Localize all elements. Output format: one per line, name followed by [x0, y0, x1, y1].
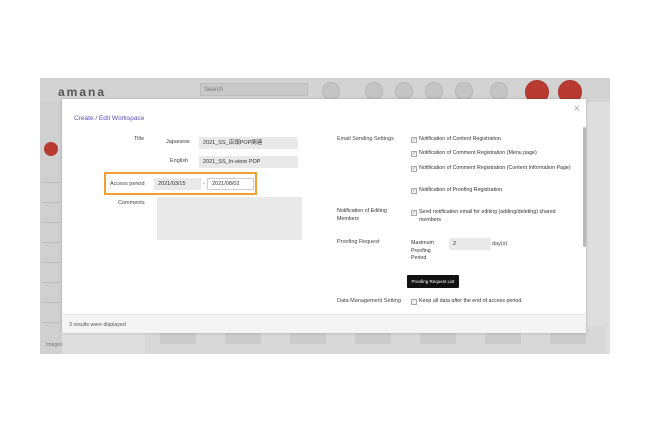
sidebar-divider	[42, 302, 60, 303]
content-registration-checkbox[interactable]: ✓	[411, 137, 417, 143]
english-title-input[interactable]: 2021_SS_In-store POP	[199, 156, 298, 168]
keep-data-checkbox[interactable]	[411, 299, 417, 305]
proofing-registration-option: Notification of Proofing Registration	[419, 187, 503, 193]
proofing-registration-checkbox[interactable]: ✓	[411, 188, 417, 194]
results-count: 3 results were displayed	[69, 322, 126, 328]
comments-label: Comments	[118, 200, 145, 206]
status-text: Images	[46, 342, 63, 348]
app-header-icon[interactable]	[455, 82, 473, 100]
proofing-request-label: Proofing Request	[337, 239, 380, 245]
japanese-title-input[interactable]: 2021_SS_店頭POP関連	[199, 137, 298, 149]
data-management-label: Data Management Setting	[337, 298, 401, 304]
title-label: Title	[134, 136, 145, 142]
app-search-input[interactable]: Search	[200, 83, 308, 96]
app-header-icon[interactable]	[425, 82, 443, 100]
comment-content-info-checkbox[interactable]: ✓	[411, 166, 417, 172]
workspace-modal: Create / Edit Workspace × Title Japanese…	[62, 99, 586, 333]
max-proofing-unit: day(s)	[492, 241, 508, 247]
app-header-icon[interactable]	[490, 82, 508, 100]
sidebar-divider	[42, 182, 60, 183]
app-header-icon[interactable]	[322, 82, 340, 100]
modal-footer: 3 results were displayed	[62, 314, 586, 333]
keep-data-option: Keep all data after the end of access pe…	[419, 298, 523, 304]
content-registration-option: Notification of Content Registration	[419, 136, 501, 142]
max-proofing-input[interactable]: 2	[449, 238, 491, 250]
editing-members-checkbox[interactable]: ✓	[411, 210, 417, 216]
left-sidebar	[40, 102, 62, 354]
modal-scrollbar[interactable]	[583, 127, 586, 247]
comment-content-info-option: Notification of Comment Registration (Co…	[419, 165, 571, 171]
sidebar-divider	[42, 222, 60, 223]
english-label: English	[170, 158, 189, 164]
japanese-label: Japanese	[166, 139, 190, 145]
sidebar-divider	[42, 202, 60, 203]
sidebar-divider	[42, 282, 60, 283]
access-end-input[interactable]: 2021/08/02	[207, 178, 254, 190]
editing-members-label: Notification of Editing Members	[337, 208, 387, 222]
sidebar-divider	[42, 262, 60, 263]
access-separator: -	[203, 181, 205, 187]
access-period-label: Access period	[110, 181, 145, 187]
app-logo: amana	[58, 85, 107, 99]
sidebar-divider	[42, 322, 60, 323]
max-proofing-label: Maximum Proofing Period	[411, 240, 434, 261]
app-header-icon[interactable]	[365, 82, 383, 100]
app-header-icon[interactable]	[395, 82, 413, 100]
sidebar-divider	[42, 242, 60, 243]
close-icon[interactable]: ×	[574, 104, 580, 115]
access-start-input[interactable]: 2021/03/15	[154, 178, 201, 190]
search-icon[interactable]	[44, 142, 58, 156]
editing-members-option: Send notification email for editing (add…	[419, 209, 556, 223]
proofing-request-list-button[interactable]: Proofing Request List	[407, 275, 459, 288]
comment-menu-checkbox[interactable]: ✓	[411, 151, 417, 157]
modal-title: Create / Edit Workspace	[74, 115, 145, 122]
email-settings-label: Email Sending Settings	[337, 136, 394, 142]
comments-textarea[interactable]	[157, 197, 302, 240]
comment-menu-option: Notification of Comment Registration (Me…	[419, 150, 537, 156]
